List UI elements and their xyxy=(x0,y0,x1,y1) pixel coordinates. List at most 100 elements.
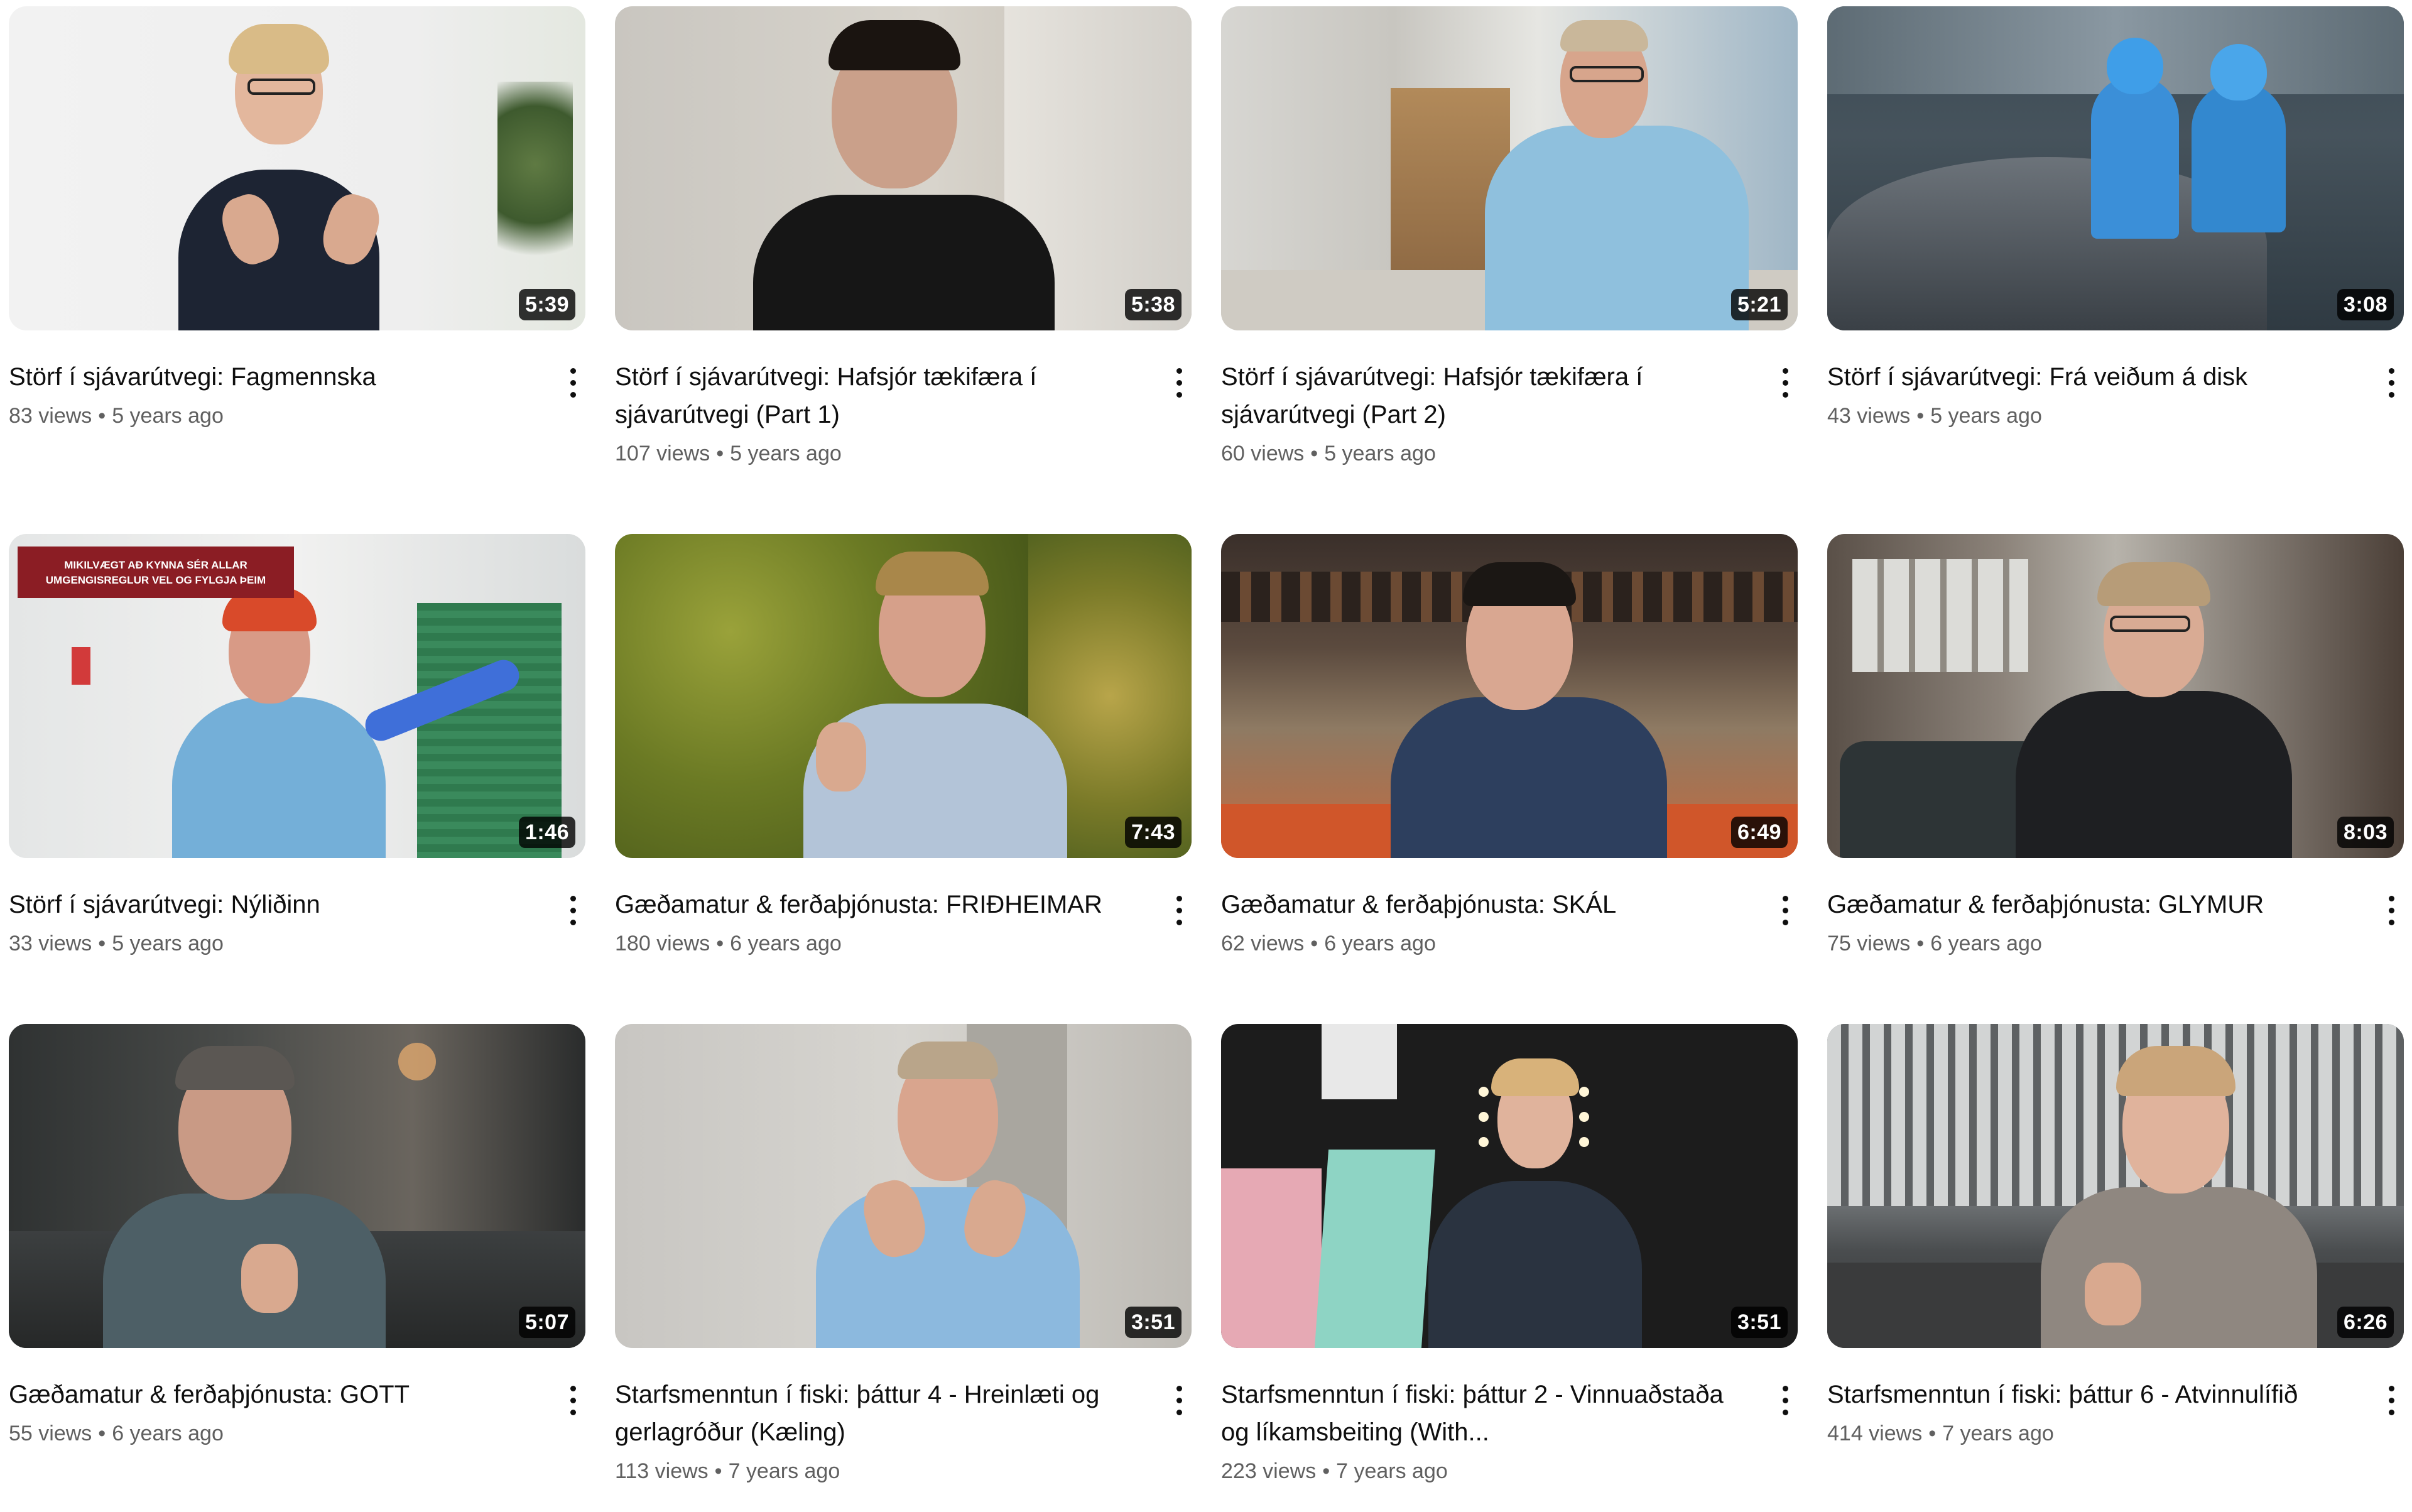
video-details: Gæðamatur & ferðaþjónusta: GLYMUR 75 vie… xyxy=(1827,886,2404,959)
video-duration: 3:51 xyxy=(1730,1307,1788,1338)
video-meta: 414 views • 7 years ago xyxy=(1827,1418,2404,1449)
upload-age: 5 years ago xyxy=(1324,442,1436,465)
more-vert-icon[interactable] xyxy=(2379,892,2404,930)
video-meta: 113 views • 7 years ago xyxy=(615,1456,1192,1486)
video-title[interactable]: Starfsmenntun í fiski: þáttur 4 - Hreinl… xyxy=(615,1376,1124,1451)
video-meta: 55 views • 6 years ago xyxy=(9,1418,585,1449)
view-count: 75 views xyxy=(1827,932,1911,955)
video-meta: 180 views • 6 years ago xyxy=(615,928,1192,959)
thumbnail-image xyxy=(1827,6,2404,330)
more-vert-icon[interactable] xyxy=(2379,1382,2404,1420)
view-count: 43 views xyxy=(1827,404,1911,428)
thumbnail-image xyxy=(9,6,585,330)
thumbnail-image xyxy=(615,1024,1192,1348)
meta-separator: • xyxy=(714,1459,722,1483)
meta-separator: • xyxy=(1916,404,1925,428)
video-grid: 5:39 Störf í sjávarútvegi: Fagmennska 83… xyxy=(0,0,2412,1512)
thumbnail-image xyxy=(1827,1024,2404,1348)
video-thumbnail[interactable]: 5:39 xyxy=(9,6,585,330)
video-thumbnail[interactable]: MIKILVÆGT AÐ KYNNA SÉR ALLAR UMGENGISREG… xyxy=(9,534,585,858)
video-thumbnail[interactable]: 3:51 xyxy=(1221,1024,1798,1348)
video-details: Starfsmenntun í fiski: þáttur 4 - Hreinl… xyxy=(615,1376,1192,1486)
video-thumbnail[interactable]: 5:21 xyxy=(1221,6,1798,330)
video-title[interactable]: Gæðamatur & ferðaþjónusta: SKÁL xyxy=(1221,886,1730,923)
more-vert-icon[interactable] xyxy=(1166,364,1192,402)
view-count: 223 views xyxy=(1221,1459,1317,1483)
more-vert-icon[interactable] xyxy=(560,1382,585,1420)
more-vert-icon[interactable] xyxy=(560,892,585,930)
upload-age: 7 years ago xyxy=(1336,1459,1448,1483)
video-thumbnail[interactable]: 6:26 xyxy=(1827,1024,2404,1348)
video-thumbnail[interactable]: 5:07 xyxy=(9,1024,585,1348)
more-vert-icon[interactable] xyxy=(1166,1382,1192,1420)
more-vert-icon[interactable] xyxy=(2379,364,2404,402)
more-vert-icon[interactable] xyxy=(1166,892,1192,930)
video-thumbnail[interactable]: 6:49 xyxy=(1221,534,1798,858)
upload-age: 6 years ago xyxy=(730,932,842,955)
video-title[interactable]: Gæðamatur & ferðaþjónusta: GLYMUR xyxy=(1827,886,2336,923)
meta-separator: • xyxy=(98,404,106,428)
video-title[interactable]: Störf í sjávarútvegi: Frá veiðum á disk xyxy=(1827,358,2336,396)
meta-separator: • xyxy=(1928,1422,1937,1445)
video-meta: 60 views • 5 years ago xyxy=(1221,438,1798,469)
video-meta: 107 views • 5 years ago xyxy=(615,438,1192,469)
video-details: Störf í sjávarútvegi: Hafsjór tækifæra í… xyxy=(615,358,1192,469)
video-title[interactable]: Starfsmenntun í fiski: þáttur 2 - Vinnua… xyxy=(1221,1376,1730,1451)
upload-age: 5 years ago xyxy=(112,404,224,428)
meta-separator: • xyxy=(716,932,724,955)
video-details: Starfsmenntun í fiski: þáttur 2 - Vinnua… xyxy=(1221,1376,1798,1486)
view-count: 55 views xyxy=(9,1422,92,1445)
video-duration: 6:49 xyxy=(1730,817,1788,848)
video-details: Störf í sjávarútvegi: Nýliðinn 33 views •… xyxy=(9,886,585,959)
more-vert-icon[interactable] xyxy=(1773,1382,1798,1420)
video-thumbnail[interactable]: 5:38 xyxy=(615,6,1192,330)
upload-age: 5 years ago xyxy=(730,442,842,465)
video-title[interactable]: Störf í sjávarútvegi: Nýliðinn xyxy=(9,886,518,923)
upload-age: 6 years ago xyxy=(1930,932,2042,955)
video-details: Gæðamatur & ferðaþjónusta: GOTT 55 views… xyxy=(9,1376,585,1449)
upload-age: 7 years ago xyxy=(1942,1422,2054,1445)
meta-separator: • xyxy=(1322,1459,1330,1483)
video-duration: 5:38 xyxy=(1124,289,1182,320)
video-duration: 6:26 xyxy=(2337,1307,2394,1338)
thumbnail-image xyxy=(1221,1024,1798,1348)
video-title[interactable]: Störf í sjávarútvegi: Fagmennska xyxy=(9,358,518,396)
more-vert-icon[interactable] xyxy=(560,364,585,402)
upload-age: 6 years ago xyxy=(1324,932,1436,955)
upload-age: 6 years ago xyxy=(112,1422,224,1445)
video-details: Starfsmenntun í fiski: þáttur 6 - Atvinn… xyxy=(1827,1376,2404,1449)
video-duration: 5:39 xyxy=(518,289,575,320)
video-meta: 83 views • 5 years ago xyxy=(9,401,585,431)
view-count: 33 views xyxy=(9,932,92,955)
video-meta: 33 views • 5 years ago xyxy=(9,928,585,959)
video-title[interactable]: Störf í sjávarútvegi: Hafsjór tækifæra í… xyxy=(615,358,1124,433)
video-thumbnail[interactable]: 7:43 xyxy=(615,534,1192,858)
video-duration: 3:08 xyxy=(2337,289,2394,320)
meta-separator: • xyxy=(1310,442,1318,465)
video-title[interactable]: Starfsmenntun í fiski: þáttur 6 - Atvinn… xyxy=(1827,1376,2336,1413)
video-title[interactable]: Gæðamatur & ferðaþjónusta: FRIÐHEIMAR xyxy=(615,886,1124,923)
video-meta: 62 views • 6 years ago xyxy=(1221,928,1798,959)
video-thumbnail[interactable]: 8:03 xyxy=(1827,534,2404,858)
thumbnail-image xyxy=(1221,534,1798,858)
video-details: Gæðamatur & ferðaþjónusta: SKÁL 62 views… xyxy=(1221,886,1798,959)
thumbnail-image xyxy=(615,534,1192,858)
video-title[interactable]: Störf í sjávarútvegi: Hafsjór tækifæra í… xyxy=(1221,358,1730,433)
view-count: 60 views xyxy=(1221,442,1305,465)
video-details: Störf í sjávarútvegi: Fagmennska 83 view… xyxy=(9,358,585,431)
view-count: 113 views xyxy=(615,1459,709,1483)
view-count: 414 views xyxy=(1827,1422,1923,1445)
video-thumbnail[interactable]: 3:51 xyxy=(615,1024,1192,1348)
meta-separator: • xyxy=(98,932,106,955)
view-count: 62 views xyxy=(1221,932,1305,955)
more-vert-icon[interactable] xyxy=(1773,364,1798,402)
video-duration: 1:46 xyxy=(518,817,575,848)
more-vert-icon[interactable] xyxy=(1773,892,1798,930)
video-details: Gæðamatur & ferðaþjónusta: FRIÐHEIMAR 18… xyxy=(615,886,1192,959)
video-title[interactable]: Gæðamatur & ferðaþjónusta: GOTT xyxy=(9,1376,518,1413)
video-thumbnail[interactable]: 3:08 xyxy=(1827,6,2404,330)
meta-separator: • xyxy=(716,442,724,465)
meta-separator: • xyxy=(1916,932,1925,955)
video-details: Störf í sjávarútvegi: Hafsjór tækifæra í… xyxy=(1221,358,1798,469)
upload-age: 5 years ago xyxy=(112,932,224,955)
